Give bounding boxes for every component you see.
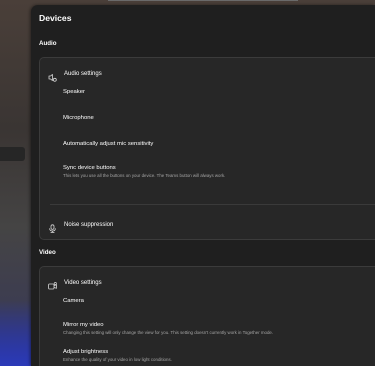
audio-settings-header[interactable]: Audio settings: [48, 69, 102, 82]
video-item-title: Mirror my video: [63, 322, 104, 328]
video-item-adjust-brightness[interactable]: Adjust brightness Enhance the quality of…: [63, 349, 172, 362]
video-settings-card: Video settings Camera Mirror my video Ch…: [39, 266, 375, 366]
video-settings-icon: [48, 278, 57, 290]
page-title: Devices: [39, 13, 72, 23]
audio-item-subtitle: This lets you use all the buttons on you…: [63, 173, 226, 178]
video-item-camera[interactable]: Camera: [63, 298, 84, 304]
video-item-mirror-my-video[interactable]: Mirror my video Changing this setting wi…: [63, 322, 273, 335]
audio-item-title: Automatically adjust mic sensitivity: [63, 141, 154, 147]
speaker-settings-icon: [48, 69, 57, 82]
noise-suppression-row[interactable]: Noise suppression: [48, 220, 114, 233]
video-item-subtitle: Enhance the quality of your video in low…: [63, 357, 172, 362]
background-window-edge: [108, 0, 298, 1]
audio-item-microphone[interactable]: Microphone: [63, 115, 94, 121]
audio-item-title: Sync device buttons: [63, 165, 116, 171]
video-settings-label: Video settings: [64, 279, 102, 286]
video-item-subtitle: Changing this setting will only change t…: [63, 330, 274, 335]
audio-item-auto-mic-sensitivity[interactable]: Automatically adjust mic sensitivity: [63, 141, 153, 147]
audio-section-label: Audio: [39, 40, 57, 47]
audio-item-title: Microphone: [63, 115, 94, 121]
audio-divider: [50, 204, 375, 205]
audio-item-sync-device-buttons[interactable]: Sync device buttons This lets you use al…: [63, 165, 225, 178]
audio-settings-label: Audio settings: [64, 70, 102, 77]
noise-suppression-icon: [48, 220, 57, 233]
noise-suppression-label: Noise suppression: [64, 221, 114, 228]
video-section-label: Video: [39, 249, 56, 256]
audio-item-speaker[interactable]: Speaker: [63, 89, 85, 95]
video-settings-header[interactable]: Video settings: [48, 278, 102, 290]
audio-item-title: Speaker: [63, 89, 85, 95]
background-glow: [0, 300, 32, 366]
devices-panel: Devices Audio Audio settings Speaker Mic…: [31, 5, 375, 366]
background-sidebar-tab: [0, 147, 25, 161]
audio-settings-card: Audio settings Speaker Microphone Automa…: [39, 57, 375, 240]
video-item-title: Camera: [63, 298, 84, 304]
video-item-title: Adjust brightness: [63, 349, 109, 355]
